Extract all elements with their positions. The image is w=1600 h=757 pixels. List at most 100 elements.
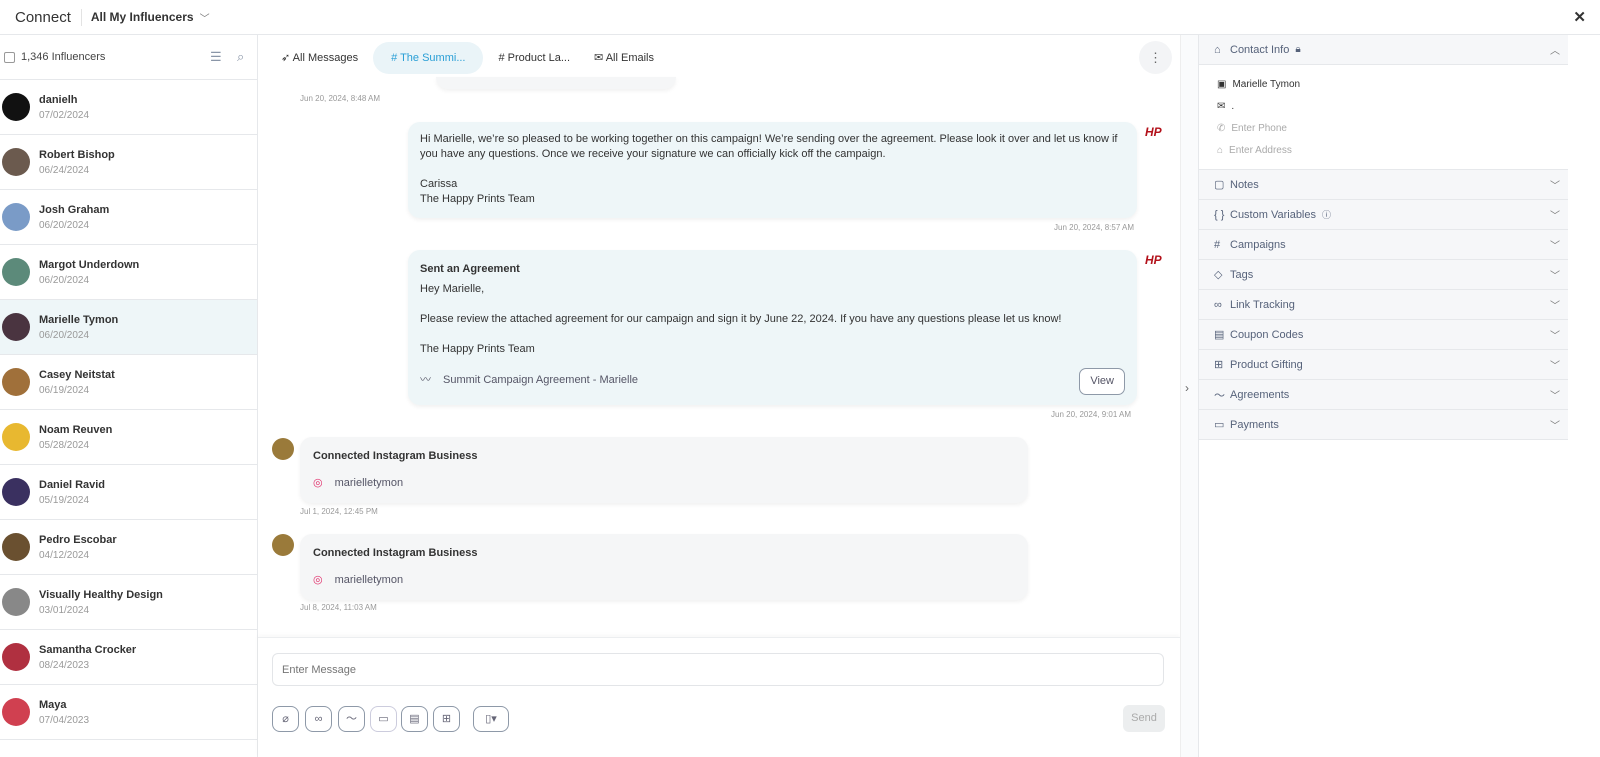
influencer-name: Noam Reuven <box>39 423 113 436</box>
message-input[interactable] <box>272 653 1164 686</box>
tab-product-launch[interactable]: # Product La... <box>489 43 579 73</box>
section-custom-variables[interactable]: { } Custom Variables ⓘ ﹀ <box>1199 200 1568 230</box>
influencer-date: 07/02/2024 <box>39 109 90 121</box>
timestamp: Jun 20, 2024, 8:57 AM <box>1054 223 1135 232</box>
chevron-down-icon[interactable]: ﹀ <box>1550 297 1560 312</box>
influencer-list-item[interactable]: Visually Healthy Design 03/01/2024 <box>0 575 257 630</box>
timestamp: Jun 20, 2024, 8:48 AM <box>300 94 381 103</box>
tab-the-summit[interactable]: # The Summi... <box>373 41 484 74</box>
influencer-list-panel: 1,346 Influencers ☰ ⌕ danielh 07/02/2024 R… <box>0 35 258 757</box>
section-link-tracking[interactable]: ∞ Link Tracking ﹀ <box>1199 290 1568 320</box>
chevron-down-icon[interactable]: ﹀ <box>1550 387 1560 402</box>
message-signature: Carissa <box>420 178 458 190</box>
contact-details-panel: ⌂ Contact Info 🔒︎ ︿ ▣ Marielle Tymon ✉. ✆ E… <box>1198 35 1568 757</box>
section-notes[interactable]: ▢ Notes ﹀ <box>1199 170 1568 200</box>
chevron-down-icon[interactable]: ﹀ <box>1550 237 1560 252</box>
send-button[interactable]: Send <box>1123 705 1165 732</box>
top-bar: Connect All My Influencers ﹀ ✕ <box>0 0 1600 35</box>
help-icon[interactable]: ⓘ <box>1322 208 1331 221</box>
avatar <box>2 258 30 286</box>
chevron-down-icon[interactable]: ﹀ <box>1550 207 1560 222</box>
message-text: Please review the attached agreement for… <box>420 313 1062 325</box>
section-tags[interactable]: ◇ Tags ﹀ <box>1199 260 1568 290</box>
chevron-down-icon[interactable]: ﹀ <box>200 10 210 25</box>
list-header: 1,346 Influencers ☰ ⌕ <box>0 35 257 80</box>
tab-label: All Messages <box>292 52 359 64</box>
address-field[interactable]: Enter Address <box>1229 145 1292 156</box>
link-icon[interactable]: ∞ <box>305 706 332 732</box>
view-agreement-button[interactable]: View <box>1079 368 1125 395</box>
chevron-up-icon[interactable]: ︿ <box>1550 42 1560 57</box>
section-contact-info[interactable]: ⌂ Contact Info 🔒︎ ︿ <box>1199 35 1568 65</box>
influencer-list-item[interactable]: Robert Bishop 06/24/2024 <box>0 135 257 190</box>
tab-all-emails[interactable]: ✉ All Emails <box>585 42 663 73</box>
timestamp: Jul 1, 2024, 12:45 PM <box>300 507 378 516</box>
influencer-date: 03/01/2024 <box>39 604 90 616</box>
channel-tabs: ➶ All Messages # The Summi... # Product … <box>258 35 1180 80</box>
section-agreements[interactable]: 〜 Agreements ﹀ <box>1199 380 1568 410</box>
payment-icon[interactable]: ▭ <box>370 706 397 732</box>
instagram-icon: ◎ <box>313 477 323 489</box>
hashtag-icon: # <box>1214 238 1221 251</box>
payment-icon: ▭ <box>1214 419 1225 431</box>
chevron-down-icon[interactable]: ﹀ <box>1550 417 1560 432</box>
section-payments[interactable]: ▭ Payments ﹀ <box>1199 410 1568 440</box>
close-icon[interactable]: ✕ <box>1573 8 1586 26</box>
filter-icon[interactable]: ☰ <box>210 49 222 65</box>
chevron-down-icon[interactable]: ﹀ <box>1550 357 1560 372</box>
chevron-down-icon[interactable]: ﹀ <box>1550 327 1560 342</box>
signature-icon[interactable]: 〜 <box>338 706 365 732</box>
agreement-message-bubble: Sent an Agreement Hey Marielle, Please r… <box>408 250 1137 405</box>
chevron-right-icon[interactable]: › <box>1185 381 1189 395</box>
avatar <box>2 643 30 671</box>
influencer-list-item[interactable]: Noam Reuven 05/28/2024 <box>0 410 257 465</box>
search-icon[interactable]: ⌕ <box>237 49 244 65</box>
influencer-list-item[interactable]: Maya 07/04/2023 <box>0 685 257 740</box>
section-campaigns[interactable]: # Campaigns ﹀ <box>1199 230 1568 260</box>
attachment-icon[interactable]: ⌀ <box>272 706 299 732</box>
influencer-date: 04/12/2024 <box>39 549 90 561</box>
chevron-down-icon[interactable]: ﹀ <box>1550 267 1560 282</box>
influencer-list-item[interactable]: Josh Graham 06/20/2024 <box>0 190 257 245</box>
note-icon: ▢ <box>1214 179 1225 191</box>
avatar <box>2 148 30 176</box>
influencer-list-item[interactable]: Margot Underdown 06/20/2024 <box>0 245 257 300</box>
select-all-checkbox[interactable] <box>4 51 15 63</box>
section-product-gifting[interactable]: ⊞ Product Gifting ﹀ <box>1199 350 1568 380</box>
coupon-icon[interactable]: ▤ <box>401 706 428 732</box>
tab-all-messages[interactable]: ➶ All Messages <box>272 42 367 73</box>
influencer-name: Josh Graham <box>39 203 110 216</box>
collapse-panel-strip[interactable]: › <box>1180 35 1198 757</box>
influencer-list-item[interactable]: Casey Neitstat 06/19/2024 <box>0 355 257 410</box>
contact-email[interactable]: . <box>1231 101 1234 112</box>
influencer-name: danielh <box>39 93 78 106</box>
influencer-date: 05/19/2024 <box>39 494 90 506</box>
avatar <box>2 588 30 616</box>
influencer-list-item[interactable]: Marielle Tymon 06/20/2024 <box>0 300 257 355</box>
instagram-handle[interactable]: marielletymon <box>335 476 403 491</box>
message-title: Sent an Agreement <box>420 263 520 275</box>
message-text: Hi Marielle, we’re so pleased to be work… <box>420 133 1118 160</box>
more-options-icon[interactable]: ⋮ <box>1139 41 1172 74</box>
instagram-icon: ◎ <box>313 574 323 586</box>
agreement-attachment[interactable]: 〰 Summit Campaign Agreement - Marielle <box>420 373 1125 388</box>
gift-icon[interactable]: ⊞ <box>433 706 460 732</box>
influencer-list-item[interactable]: Pedro Escobar 04/12/2024 <box>0 520 257 575</box>
lock-icon: 🔒︎ <box>1295 44 1301 55</box>
message-title: Connected Instagram Business <box>313 450 478 462</box>
influencer-list-item[interactable]: Samantha Crocker 08/24/2023 <box>0 630 257 685</box>
influencer-name: Casey Neitstat <box>39 368 115 381</box>
instagram-handle[interactable]: marielletymon <box>335 573 403 588</box>
contact-name[interactable]: Marielle Tymon <box>1232 79 1300 90</box>
section-coupon-codes[interactable]: ▤ Coupon Codes ﹀ <box>1199 320 1568 350</box>
signature-icon: 〰 <box>420 374 431 386</box>
scope-dropdown[interactable]: All My Influencers <box>91 10 194 24</box>
influencer-name: Daniel Ravid <box>39 478 106 491</box>
chevron-down-icon[interactable]: ﹀ <box>1550 177 1560 192</box>
timestamp: Jun 20, 2024, 9:01 AM <box>1051 410 1132 419</box>
section-title: Link Tracking <box>1230 298 1295 311</box>
template-dropdown-icon[interactable]: ▯▾ <box>473 706 509 732</box>
phone-field[interactable]: Enter Phone <box>1231 123 1287 134</box>
influencer-list-item[interactable]: danielh 07/02/2024 <box>0 80 257 135</box>
influencer-list-item[interactable]: Daniel Ravid 05/19/2024 <box>0 465 257 520</box>
